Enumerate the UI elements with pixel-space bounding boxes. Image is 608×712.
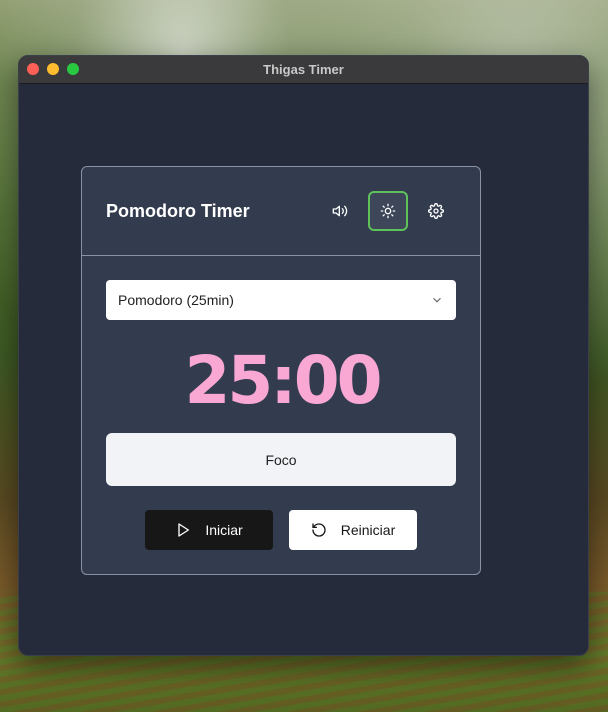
- timer-mode-select[interactable]: Pomodoro (25min): [106, 280, 456, 320]
- reset-button-label: Reiniciar: [340, 522, 396, 538]
- session-label: Foco: [265, 451, 297, 468]
- start-button-label: Iniciar: [205, 522, 243, 538]
- sound-toggle-button[interactable]: [320, 191, 360, 231]
- card-header: Pomodoro Timer: [82, 167, 480, 256]
- reset-button[interactable]: Reiniciar: [289, 510, 417, 550]
- settings-button[interactable]: [416, 191, 456, 231]
- timer-mode-value: Pomodoro (25min): [118, 292, 234, 308]
- gear-icon: [428, 203, 444, 219]
- start-button[interactable]: Iniciar: [145, 510, 273, 550]
- close-window-button[interactable]: [27, 63, 39, 75]
- session-label-box: Foco: [106, 433, 456, 486]
- card-title: Pomodoro Timer: [106, 200, 250, 221]
- timer-card: Pomodoro Timer Pomodoro (25min) 25:00 Fo…: [81, 166, 481, 575]
- window-controls: [27, 63, 79, 75]
- app-window: Thigas Timer Pomodoro Timer Pomodoro (25…: [18, 55, 589, 656]
- zoom-window-button[interactable]: [67, 63, 79, 75]
- title-bar[interactable]: Thigas Timer: [19, 56, 588, 84]
- rotate-ccw-icon: [312, 523, 326, 537]
- speaker-icon: [332, 205, 348, 217]
- timer-display: 25:00: [184, 342, 382, 419]
- chevron-down-icon: [430, 293, 444, 310]
- window-title: Thigas Timer: [263, 62, 344, 77]
- sun-icon: [380, 203, 396, 219]
- minimize-window-button[interactable]: [47, 63, 59, 75]
- play-icon: [178, 523, 190, 537]
- theme-toggle-button[interactable]: [368, 191, 408, 231]
